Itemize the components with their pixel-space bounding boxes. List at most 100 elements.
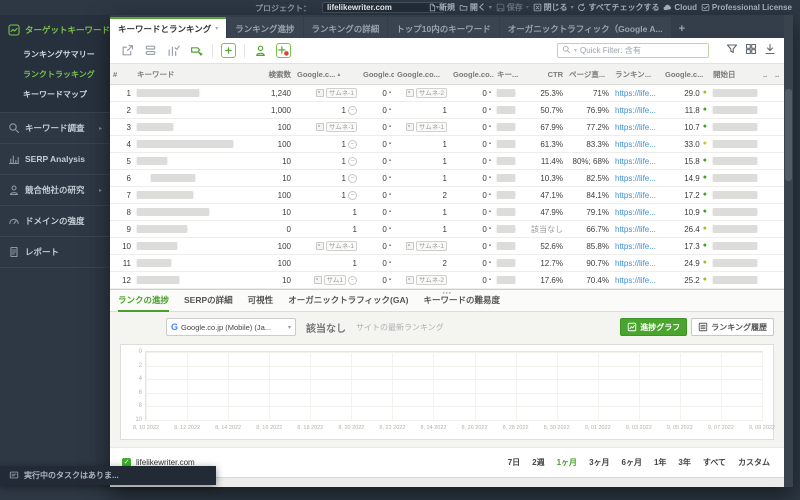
table-row[interactable]: 9010▪10▪該当なし66.7%https://life...26.4● [110,221,784,238]
table-row[interactable]: 41001−0▪10▪61.3%83.3%https://life...33.0… [110,136,784,153]
table-row[interactable]: 5101−0▪10▪11.4%80%; 68%https://life...15… [110,153,784,170]
column-chooser-button[interactable] [745,42,757,60]
export-button[interactable] [120,43,135,58]
tab-0[interactable]: キーワードとランキング▾ [110,17,226,38]
quick-filter-input[interactable]: ▾ Quick Filter: 含有 [557,43,709,58]
gridline [146,366,762,367]
bottom-tab-1[interactable]: SERPの詳細 [184,290,233,312]
column-header-4[interactable]: Google.co... [360,70,394,79]
tab-2[interactable]: ランキングの詳細 [304,17,388,38]
range-カスタム[interactable]: カスタム [738,457,770,468]
x-tick-label: 8, 12 2022 [174,425,200,431]
competitors-button[interactable] [253,43,268,58]
column-header-0[interactable]: # [110,70,134,79]
sidebar-item-target-keywords[interactable]: ターゲットキーワード▾ [0,15,110,45]
vertical-scrollbar[interactable] [784,15,793,487]
menu-refresh[interactable]: すべてチェックする [577,2,659,13]
filter-funnel-button[interactable] [726,42,738,60]
progress-graph-button[interactable]: 進捗グラフ [620,318,687,336]
menu-close-doc[interactable]: 閉じる▾ [533,2,574,13]
table-row[interactable]: 81010▪10▪47.9%79.1%https://life...10.9● [110,204,784,221]
column-header-6[interactable]: Google.co... [450,70,494,79]
bottom-tab-4[interactable]: キーワードの難易度 [423,290,500,312]
ranking-url-link[interactable]: https://life... [615,225,656,234]
export-download-button[interactable] [764,42,776,60]
column-header-2[interactable]: 検索数 [250,69,294,80]
menu-save[interactable]: 保存▾ [496,2,529,13]
table-row[interactable]: 1210サム1−0▪サムネ-20▪17.6%70.4%https://life.… [110,272,784,289]
sidebar-subitem-2[interactable]: キーワードマップ [0,85,110,105]
menu-license[interactable]: Professional License [701,3,792,12]
sidebar-subitem-0[interactable]: ランキングサマリー [0,45,110,65]
column-header-12[interactable]: 開始日 [710,69,760,80]
range-すべて[interactable]: すべて [703,457,726,468]
ranking-url-link[interactable]: https://life... [615,140,656,149]
column-header-11[interactable]: Google.c... [662,70,710,79]
table-row[interactable]: 3100サムネ-10▪サムネ-10▪67.9%77.2%https://life… [110,119,784,136]
ranking-url-link[interactable]: https://life... [615,123,656,132]
column-header-1[interactable]: キーワード [134,69,250,80]
tab-3[interactable]: トップ10内のキーワード [388,17,498,38]
column-header-7[interactable]: キー... [494,69,524,80]
ranking-url-link[interactable]: https://life... [615,208,656,217]
ranking-url-link[interactable]: https://life... [615,259,656,268]
sidebar-subitem-1[interactable]: ランクトラッキング [0,65,110,85]
range-6ヶ月[interactable]: 6ヶ月 [622,457,642,468]
tag-select-button[interactable] [189,43,204,58]
sidebar-item-4[interactable]: ドメインの強度 [0,206,110,236]
column-header-14[interactable]: .. [772,70,784,79]
ranking-url-link[interactable]: https://life... [615,89,656,98]
sidebar-item-3[interactable]: 競合他社の研究▸ [0,175,110,205]
project-select[interactable]: lifelikewriter.com ▾ [322,2,444,13]
sidebar-item-5[interactable]: レポート [0,237,110,267]
column-header-9[interactable]: ページ直... [566,69,612,80]
running-tasks-status[interactable]: 実行中のタスクはありま... [0,466,216,485]
column-header-3[interactable]: Google.c...▴ [294,70,360,79]
bottom-tab-0[interactable]: ランクの進捗 [118,290,169,312]
column-header-10[interactable]: ランキン... [612,69,662,80]
range-7日[interactable]: 7日 [508,457,520,468]
keyword-cell [134,123,250,131]
splitter-handle[interactable]: ⋯ [442,288,452,299]
range-3ヶ月[interactable]: 3ヶ月 [589,457,609,468]
tab-1[interactable]: ランキング進捗 [227,17,302,38]
table-row[interactable]: 71001−0▪20▪47.1%84.1%https://life...17.2… [110,187,784,204]
table-row[interactable]: 6101−0▪10▪10.3%82.5%https://life...14.9● [110,170,784,187]
check-rankings-button[interactable] [166,43,181,58]
ranking-url-link[interactable]: https://life... [615,157,656,166]
column-header-5[interactable]: Google.co... [394,70,450,79]
menu-open-folder[interactable]: 開く▾ [459,2,492,13]
add-tab-button[interactable]: + [672,17,692,38]
sidebar-item-1[interactable]: キーワード調査▸ [0,113,110,143]
scrollbar-thumb[interactable] [785,89,792,181]
range-1年[interactable]: 1年 [654,457,666,468]
menu-cloud[interactable]: Cloud [663,3,697,12]
bottom-tab-3[interactable]: オーガニックトラフィック(GA) [288,290,408,312]
add-record-button[interactable] [276,43,291,58]
menu-new-doc[interactable]: 新規 [428,2,455,13]
sidebar-item-2[interactable]: SERP Analysis [0,144,110,174]
key-cell [494,140,524,148]
table-row[interactable]: 11,240サムネ-10▪サムネ-20▪25.3%71%https://life… [110,85,784,102]
ranking-url-link[interactable]: https://life... [615,106,656,115]
rank-value: 2 [443,259,447,268]
table-row[interactable]: 21,0001−0▪10▪50.7%76.9%https://life...11… [110,102,784,119]
range-3年[interactable]: 3年 [678,457,690,468]
add-keywords-button[interactable] [221,43,236,58]
tab-4[interactable]: オーガニックトラフィック（Google A... [500,17,671,38]
ranking-history-button[interactable]: ランキング履歴 [691,318,774,336]
ranking-url-link[interactable]: https://life... [615,191,656,200]
ranking-url-link[interactable]: https://life... [615,242,656,251]
keyword-cell [134,208,250,216]
update-data-button[interactable] [143,43,158,58]
range-2週[interactable]: 2週 [532,457,544,468]
table-row[interactable]: 10100サムネ-10▪サムネ-10▪52.6%85.8%https://lif… [110,238,784,255]
range-1ヶ月[interactable]: 1ヶ月 [557,457,577,468]
column-header-8[interactable]: CTR [524,70,566,79]
ranking-url-link[interactable]: https://life... [615,276,656,285]
column-header-13[interactable]: .. [760,70,772,79]
table-row[interactable]: 1110010▪20▪12.7%90.7%https://life...24.9… [110,255,784,272]
search-engine-select[interactable]: G Google.co.jp (Mobile) (Ja... ▾ [166,318,296,336]
ranking-url-link[interactable]: https://life... [615,174,656,183]
bottom-tab-2[interactable]: 可視性 [248,290,274,312]
